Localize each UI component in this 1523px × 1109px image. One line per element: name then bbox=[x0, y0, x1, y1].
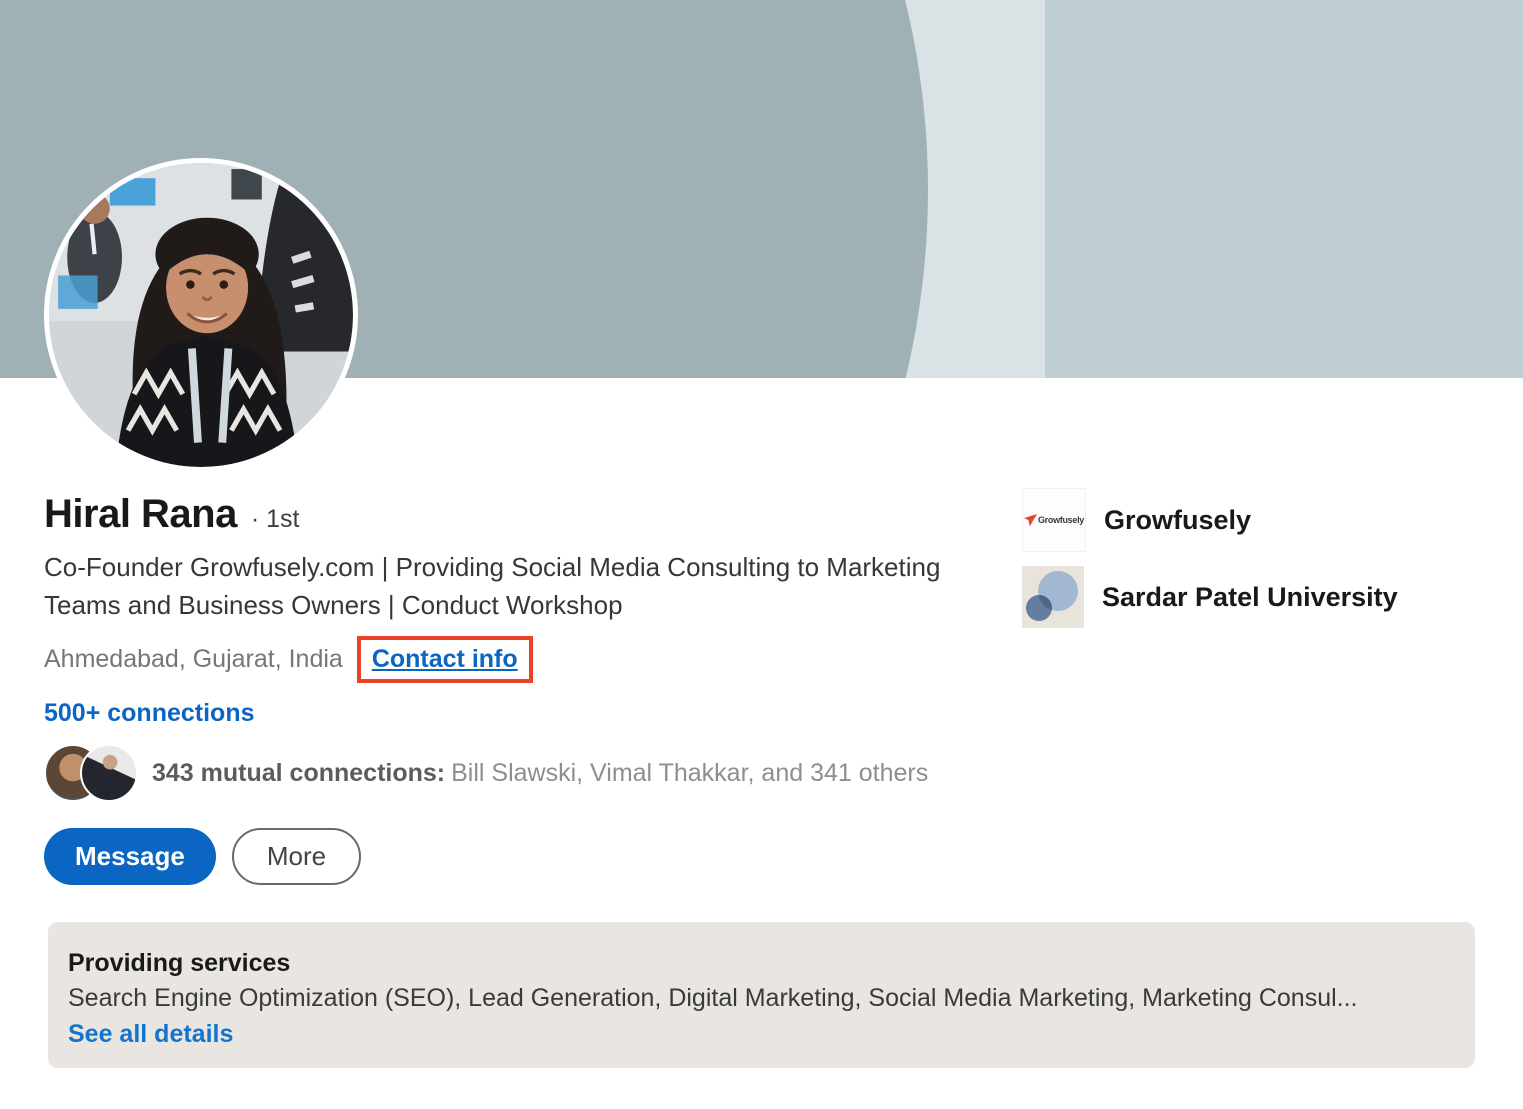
services-list-text: Search Engine Optimization (SEO), Lead G… bbox=[68, 981, 1455, 1015]
action-buttons-row: Message More bbox=[44, 828, 1009, 885]
current-company-row[interactable]: Growfusely Growfusely bbox=[1022, 488, 1492, 552]
profile-name: Hiral Rana bbox=[44, 490, 237, 538]
contact-info-link[interactable]: Contact info bbox=[372, 645, 518, 674]
location-row: Ahmedabad, Gujarat, India Contact info bbox=[44, 636, 1009, 683]
see-all-details-link[interactable]: See all details bbox=[68, 1017, 233, 1051]
education-name: Sardar Patel University bbox=[1102, 582, 1398, 613]
mutual-connections-count: 343 mutual connections: bbox=[152, 759, 445, 787]
message-button[interactable]: Message bbox=[44, 828, 216, 885]
mutual-connections-facepile bbox=[44, 744, 138, 802]
growfusely-logo-text: Growfusely bbox=[1038, 515, 1084, 525]
growfusely-logo-icon: Growfusely bbox=[1022, 488, 1086, 552]
mutual-connections-text: 343 mutual connections:Bill Slawski, Vim… bbox=[152, 757, 928, 789]
affiliations-section: Growfusely Growfusely Sardar Patel Unive… bbox=[1022, 488, 1492, 628]
current-company-name: Growfusely bbox=[1104, 505, 1251, 536]
mutual-connections-names: Bill Slawski, Vimal Thakkar, and 341 oth… bbox=[451, 759, 928, 787]
providing-services-card: Providing services Search Engine Optimiz… bbox=[48, 922, 1475, 1068]
providing-services-title: Providing services bbox=[68, 947, 1455, 979]
profile-photo-image bbox=[49, 163, 353, 467]
connections-count-link[interactable]: 500+ connections bbox=[44, 699, 255, 728]
sardar-patel-university-logo-icon bbox=[1022, 566, 1084, 628]
contact-info-highlight-box: Contact info bbox=[357, 636, 533, 683]
connection-degree: · 1st bbox=[251, 505, 300, 534]
location-text: Ahmedabad, Gujarat, India bbox=[44, 645, 343, 674]
profile-photo[interactable] bbox=[44, 158, 358, 472]
more-button[interactable]: More bbox=[232, 828, 361, 885]
education-row[interactable]: Sardar Patel University bbox=[1022, 566, 1492, 628]
name-row: Hiral Rana · 1st bbox=[44, 490, 1009, 538]
profile-intro-section: Hiral Rana · 1st Co-Founder Growfusely.c… bbox=[44, 490, 1009, 885]
cover-right-panel-shape bbox=[1045, 0, 1523, 378]
profile-page: Hiral Rana · 1st Co-Founder Growfusely.c… bbox=[0, 0, 1523, 1109]
mutual-connections-row[interactable]: 343 mutual connections:Bill Slawski, Vim… bbox=[44, 744, 1009, 802]
growfusely-arrow-icon bbox=[1024, 514, 1037, 527]
mutual-avatar-2 bbox=[80, 744, 138, 802]
profile-headline: Co-Founder Growfusely.com | Providing So… bbox=[44, 548, 1004, 624]
